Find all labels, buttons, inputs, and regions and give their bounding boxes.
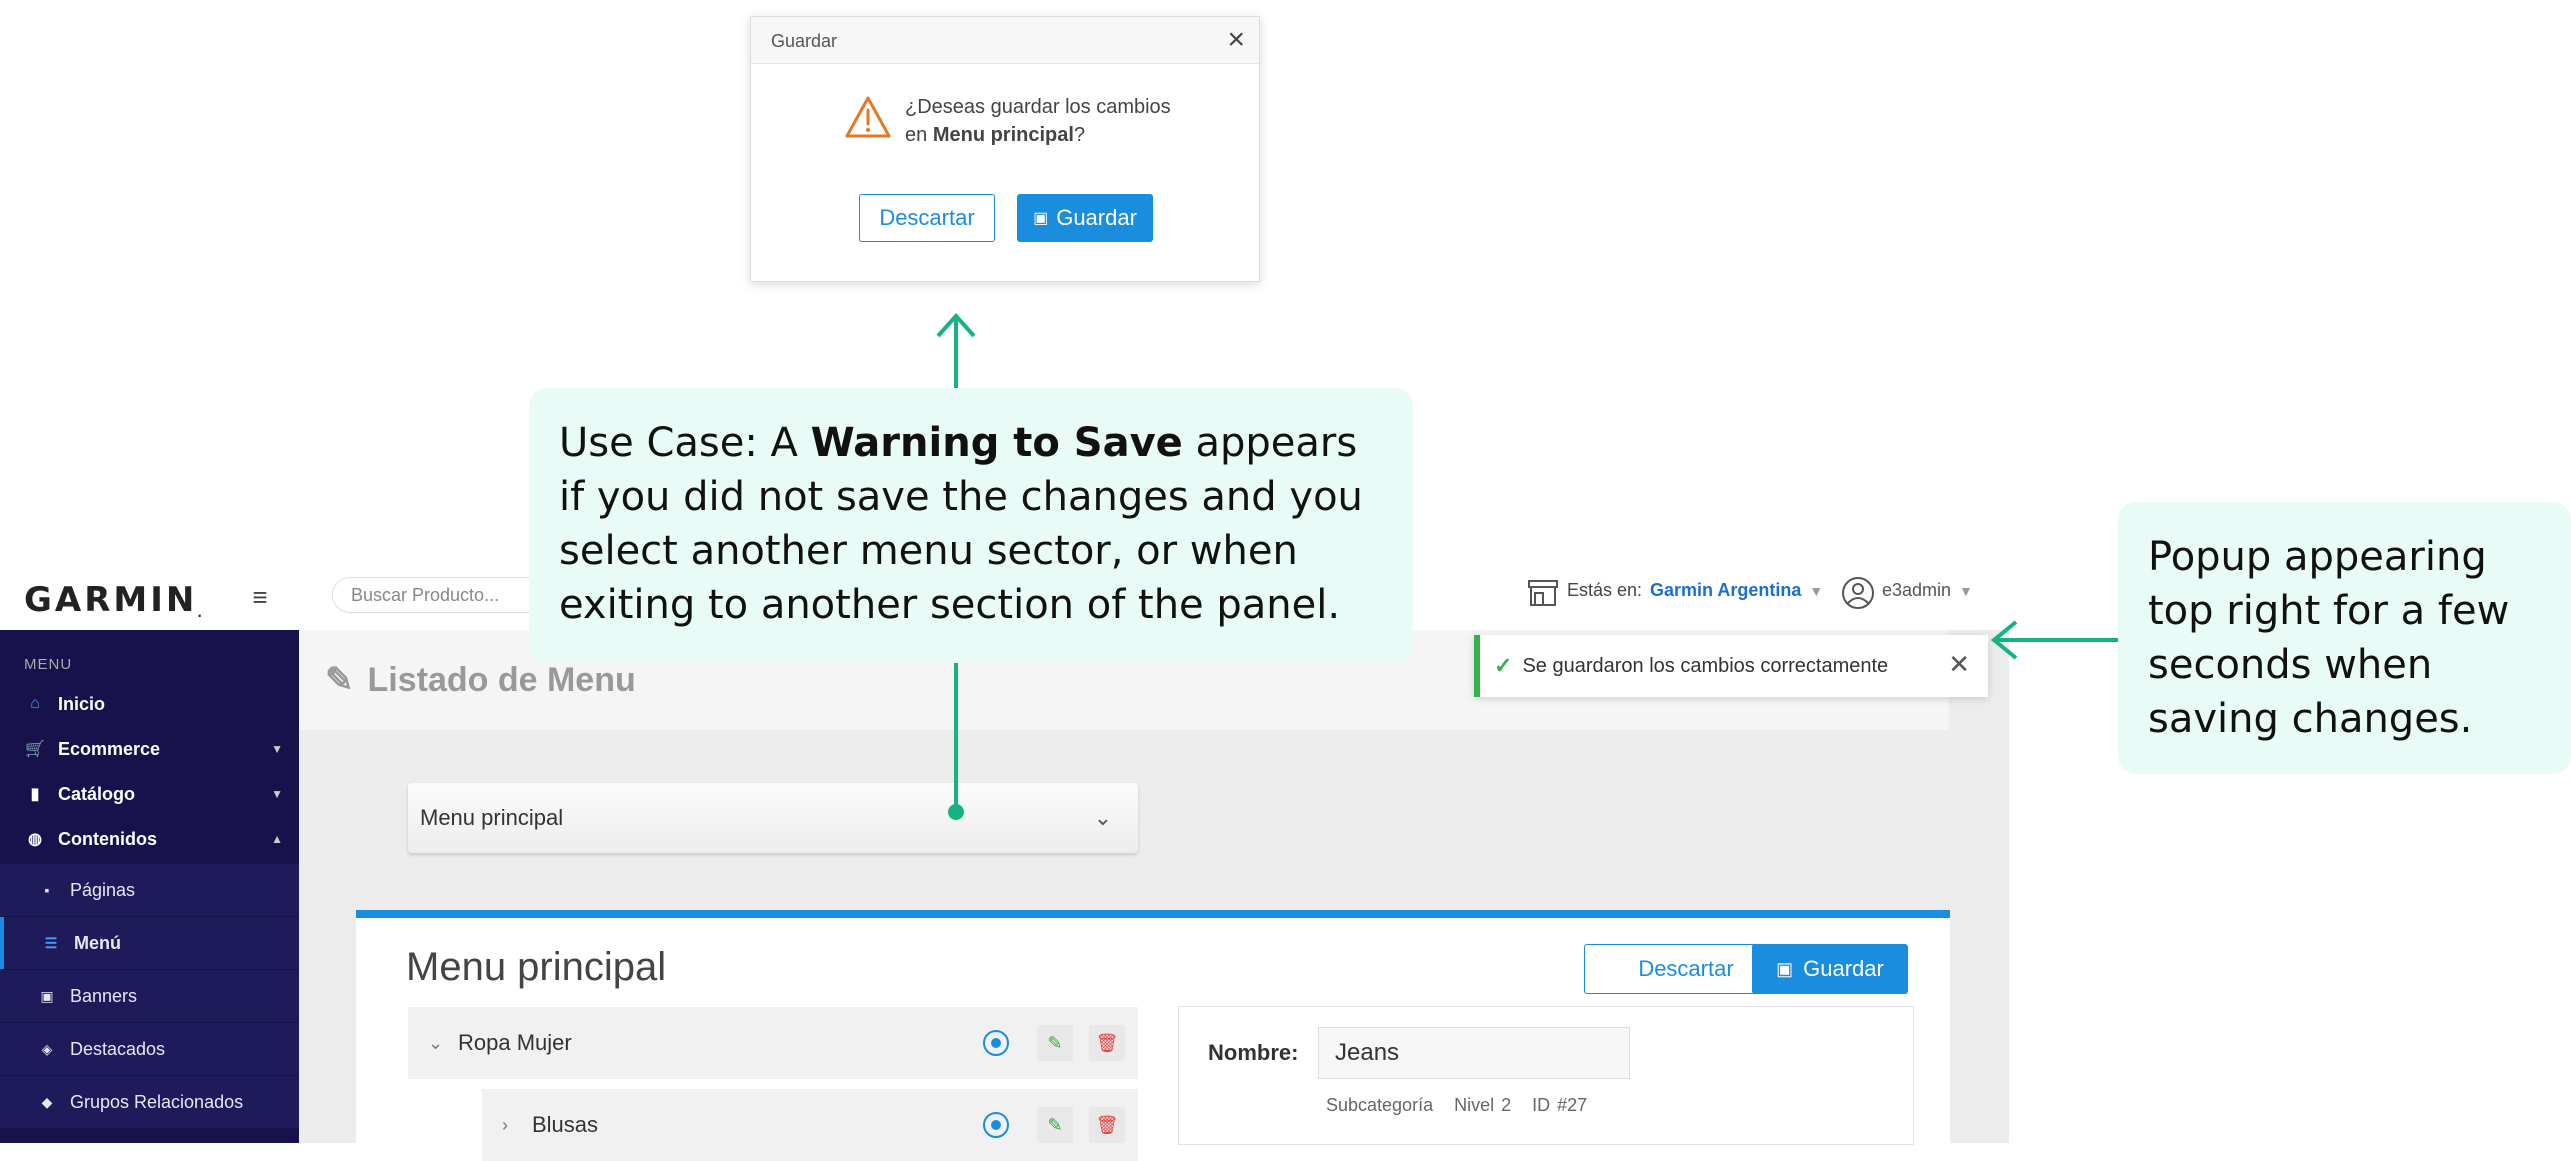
annotation-callout-popup: Popup appearing top right for a few seco…: [2118, 502, 2571, 774]
annotation-callout-warning: Use Case: A Warning to Save appears if y…: [529, 388, 1413, 663]
